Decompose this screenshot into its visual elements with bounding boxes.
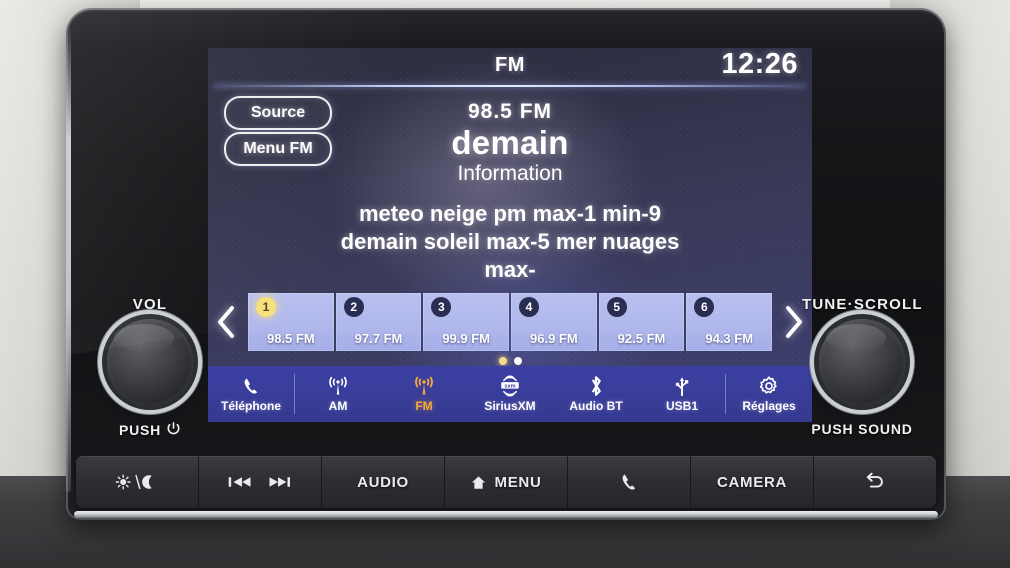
siriusxm-icon: sxm [496,375,524,397]
brightness-button[interactable] [76,456,199,508]
head-unit: FM 12:26 Source Menu FM 98.5 FM demain I… [66,8,946,520]
back-icon [864,472,886,492]
volume-push-label: PUSH [90,421,210,439]
radio-text-line: max- [484,257,536,282]
home-icon [471,475,486,490]
status-bar: FM 12:26 [208,48,812,88]
phone-icon [619,472,639,492]
preset-label: 94.3 FM [705,331,754,346]
audio-button[interactable]: AUDIO [322,456,445,508]
bezel-left-chrome [66,22,71,492]
preset-button-2[interactable]: 2 97.7 FM [335,293,422,351]
camera-button[interactable]: CAMERA [691,456,814,508]
antenna-icon [412,375,436,397]
preset-number: 3 [431,297,452,317]
source-label: USB1 [665,399,698,413]
status-clock: 12:26 [721,48,798,80]
tune-scroll-knob-label: TUNE·SCROLL [802,296,923,313]
bezel-bottom-chrome [74,511,938,518]
source-item-siriusxm[interactable]: sxm SiriusXM [467,366,553,422]
source-label: Téléphone [220,399,281,413]
back-button[interactable] [814,456,936,508]
preset-label: 98.5 FM [266,331,315,346]
preset-label: 99.9 FM [442,331,491,346]
radio-text: meteo neige pm max-1 min-9 demain soleil… [208,200,812,284]
volume-knob-label: VOL [132,296,168,313]
source-label: Réglages [742,399,796,413]
preset-number: 6 [694,297,715,317]
source-item-usb1[interactable]: USB1 [639,366,725,422]
source-item-reglages[interactable]: Réglages [726,366,812,422]
volume-push-text: PUSH [118,422,162,438]
now-playing-station: demain [451,124,569,161]
source-bar: Téléphone AM FM sxm SiriusXM Audio BT US… [208,366,812,422]
power-icon [166,421,181,439]
preset-number: 5 [606,297,627,317]
source-item-am[interactable]: AM [295,366,381,422]
usb-icon [674,375,690,397]
source-label: FM [415,399,433,413]
source-label: Audio BT [569,399,623,413]
preset-button-3[interactable]: 3 99.9 FM [423,293,510,351]
preset-number: 4 [519,297,540,317]
preset-list: 1 98.5 FM 2 97.7 FM 3 99.9 FM 4 96.9 FM … [248,293,773,351]
now-playing-frequency: 98.5 FM [467,100,553,123]
svg-text:sxm: sxm [504,383,515,389]
now-playing-category: Information [457,162,563,185]
chevron-left-icon[interactable] [213,303,239,341]
preset-button-1[interactable]: 1 98.5 FM [248,293,334,351]
preset-number: 1 [256,297,276,317]
source-label: AM [328,399,348,413]
source-label: SiriusXM [484,399,536,413]
preset-button-4[interactable]: 4 96.9 FM [511,293,597,351]
bluetooth-icon [587,375,605,397]
preset-label: 97.7 FM [354,331,403,346]
brightness-day-night-icon [114,472,160,492]
preset-bar: 1 98.5 FM 2 97.7 FM 3 99.9 FM 4 96.9 FM … [208,291,812,353]
preset-number: 2 [343,297,364,317]
status-divider [214,85,806,87]
preset-button-5[interactable]: 5 92.5 FM [598,293,685,351]
prev-next-track-icon [223,473,297,491]
volume-knob-assembly: VOL PUSH [90,296,210,439]
source-item-telephone[interactable]: Téléphone [208,366,294,422]
volume-knob[interactable] [107,319,193,405]
phone-icon [241,375,261,397]
preset-button-6[interactable]: 6 94.3 FM [686,293,773,351]
menu-button-label: MENU [494,473,542,491]
page-dot-2[interactable] [513,357,522,365]
infotainment-screen[interactable]: FM 12:26 Source Menu FM 98.5 FM demain I… [208,48,812,422]
preset-label: 92.5 FM [617,331,666,346]
gear-icon [758,375,780,397]
menu-button[interactable]: MENU [445,456,568,508]
push-sound-label: PUSH SOUND [811,421,913,437]
source-item-fm[interactable]: FM [381,366,467,422]
antenna-icon [326,375,350,397]
tune-scroll-knob[interactable] [819,319,905,405]
hardware-button-bar: AUDIO MENU CAMERA [76,456,936,508]
tune-scroll-knob-assembly: TUNE·SCROLL PUSH SOUND [802,296,922,437]
source-item-audio-bt[interactable]: Audio BT [553,366,639,422]
track-skip-buttons[interactable] [199,456,322,508]
phone-button[interactable] [568,456,691,508]
page-dot-1[interactable] [498,357,507,365]
radio-text-line: meteo neige pm max-1 min-9 [359,201,661,226]
radio-text-line: demain soleil max-5 mer nuages [340,229,680,254]
preset-label: 96.9 FM [530,331,578,346]
